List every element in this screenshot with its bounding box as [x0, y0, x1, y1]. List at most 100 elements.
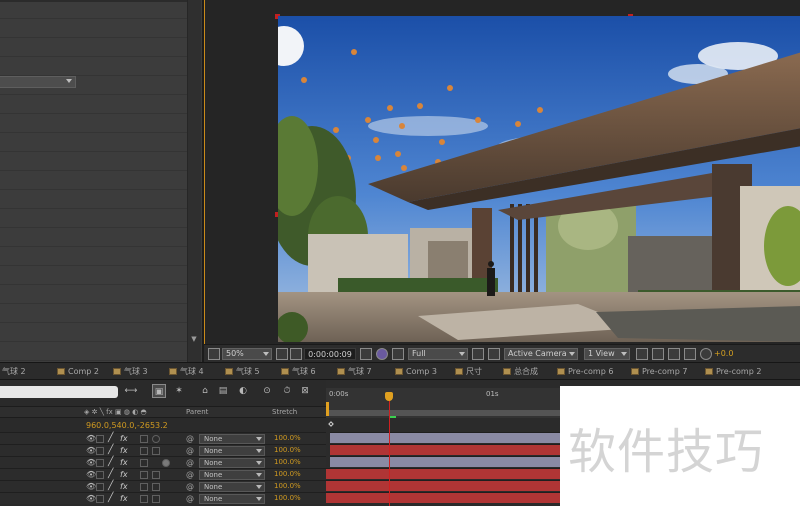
timeline-icon[interactable]	[668, 348, 680, 360]
lock-box[interactable]	[96, 483, 104, 491]
fx-icon[interactable]: fx	[120, 433, 128, 444]
lock-box[interactable]	[96, 471, 104, 479]
layer-row[interactable]: 👁 ╱ fx @ None 100.0%	[0, 492, 326, 504]
tab-comp[interactable]: 气球 3	[112, 365, 148, 379]
parent-select[interactable]: None	[199, 482, 265, 492]
work-area-bar[interactable]	[328, 410, 560, 416]
color-channel-icon[interactable]	[376, 348, 388, 360]
stretch-column-header[interactable]: Stretch	[272, 407, 297, 418]
eye-icon[interactable]: 👁	[86, 482, 96, 492]
parent-column-header[interactable]: Parent	[186, 407, 208, 418]
eye-icon[interactable]: 👁	[86, 458, 96, 468]
eye-icon[interactable]: 👁	[86, 470, 96, 480]
project-scrollbar[interactable]	[187, 0, 201, 362]
color-icon[interactable]	[392, 348, 404, 360]
tab-comp[interactable]: 总合成	[502, 365, 538, 379]
3d-layer-icon[interactable]	[162, 459, 170, 467]
fast-preview-icon[interactable]	[652, 348, 664, 360]
camera-icon[interactable]	[360, 348, 372, 360]
layer-duration-bar[interactable]	[330, 444, 560, 455]
exposure-icon[interactable]	[700, 348, 712, 360]
exposure-value[interactable]: +0.0	[714, 348, 733, 360]
tab-comp[interactable]: 气球 2	[0, 365, 26, 379]
pen-icon[interactable]: ╱	[108, 445, 113, 456]
transform-values[interactable]: 960.0,540.0,-2653.2	[86, 421, 168, 431]
live-update-icon[interactable]: ▣	[152, 384, 166, 398]
layer-duration-bar[interactable]	[326, 492, 560, 503]
search-icon[interactable]: ⊙	[260, 384, 274, 398]
view-layout-select[interactable]: 1 View	[584, 348, 630, 360]
layer-row[interactable]: 👁 ╱ fx @ None 100.0%	[0, 444, 326, 456]
flowchart-icon[interactable]	[684, 348, 696, 360]
layer-row[interactable]: 👁 ╱ fx @ None 100.0%	[0, 480, 326, 492]
layer-duration-bar[interactable]	[326, 480, 560, 491]
layer-row[interactable]: 👁 ╱ fx @ None 100.0%	[0, 468, 326, 480]
lock-box[interactable]	[96, 447, 104, 455]
shy-icon[interactable]: ⌂	[198, 384, 212, 398]
stretch-value[interactable]: 100.0%	[274, 433, 301, 444]
switch-box[interactable]	[152, 447, 160, 455]
preview-toggle-icon[interactable]	[208, 348, 220, 360]
timecode-display[interactable]: 0:00:00:09	[304, 348, 356, 360]
switch-box[interactable]	[140, 459, 148, 467]
keyframe-icon[interactable]	[328, 421, 334, 427]
switch-box[interactable]	[152, 495, 160, 503]
switch-box[interactable]	[152, 483, 160, 491]
scroll-down-icon[interactable]: ▼	[190, 335, 198, 343]
layer-duration-bar[interactable]	[330, 456, 560, 467]
stretch-value[interactable]: 100.0%	[274, 445, 301, 456]
pen-icon[interactable]: ╱	[108, 457, 113, 468]
fx-icon[interactable]: fx	[120, 457, 128, 468]
layer-row[interactable]: 👁 ╱ fx @ None 100.0%	[0, 432, 326, 444]
spiral-icon[interactable]: @	[186, 493, 194, 504]
time-graph[interactable]: 0:00s 01s	[326, 380, 560, 506]
spiral-icon[interactable]: @	[186, 469, 194, 480]
search-input[interactable]	[0, 386, 118, 398]
layer-duration-bar[interactable]	[326, 468, 560, 479]
pen-icon[interactable]: ╱	[108, 433, 113, 444]
tab-comp[interactable]: Pre-comp 6	[556, 365, 613, 379]
switch-box[interactable]	[140, 471, 148, 479]
pen-icon[interactable]: ╱	[108, 469, 113, 480]
tab-comp[interactable]: Pre-comp 7	[630, 365, 687, 379]
fx-icon[interactable]: fx	[120, 469, 128, 480]
switch-box[interactable]	[140, 435, 148, 443]
tab-comp[interactable]: 气球 5	[224, 365, 260, 379]
motion-blur-switch-icon[interactable]	[152, 435, 160, 443]
lock-box[interactable]	[96, 495, 104, 503]
stopwatch-icon[interactable]: ⏱	[280, 384, 294, 398]
transparency-grid-icon[interactable]	[488, 348, 500, 360]
pen-icon[interactable]: ╱	[108, 493, 113, 504]
parent-select[interactable]: None	[199, 470, 265, 480]
tab-comp[interactable]: Comp 3	[394, 365, 437, 379]
fx-icon[interactable]: fx	[120, 493, 128, 504]
tab-comp[interactable]: Pre-comp 2	[704, 365, 761, 379]
tab-comp[interactable]: Comp 2	[56, 365, 99, 379]
spiral-icon[interactable]: @	[186, 433, 194, 444]
switch-box[interactable]	[140, 447, 148, 455]
layer-row[interactable]: 👁 ╱ fx @ None 100.0%	[0, 456, 326, 468]
parent-select[interactable]: None	[199, 434, 265, 444]
stretch-value[interactable]: 100.0%	[274, 493, 301, 504]
eye-icon[interactable]: 👁	[86, 434, 96, 444]
playhead-handle[interactable]	[385, 392, 393, 401]
draft-3d-icon[interactable]: ✶	[172, 384, 186, 398]
spiral-icon[interactable]: @	[186, 481, 194, 492]
region-icon[interactable]	[290, 348, 302, 360]
switch-box[interactable]	[152, 471, 160, 479]
parent-select[interactable]: None	[199, 494, 265, 504]
composition-viewer[interactable]	[278, 16, 800, 342]
switch-box[interactable]	[140, 495, 148, 503]
graph-editor-icon[interactable]: ⊠	[298, 384, 312, 398]
parent-select[interactable]: None	[199, 458, 265, 468]
tab-comp[interactable]: 尺寸	[454, 365, 482, 379]
stretch-value[interactable]: 100.0%	[274, 481, 301, 492]
lock-box[interactable]	[96, 459, 104, 467]
work-area-start[interactable]	[326, 402, 329, 416]
resolution-select[interactable]: Full	[408, 348, 468, 360]
camera-select[interactable]: Active Camera	[504, 348, 578, 360]
pen-icon[interactable]: ╱	[108, 481, 113, 492]
spiral-icon[interactable]: @	[186, 457, 194, 468]
eye-icon[interactable]: 👁	[86, 446, 96, 456]
region-of-interest-icon[interactable]	[472, 348, 484, 360]
